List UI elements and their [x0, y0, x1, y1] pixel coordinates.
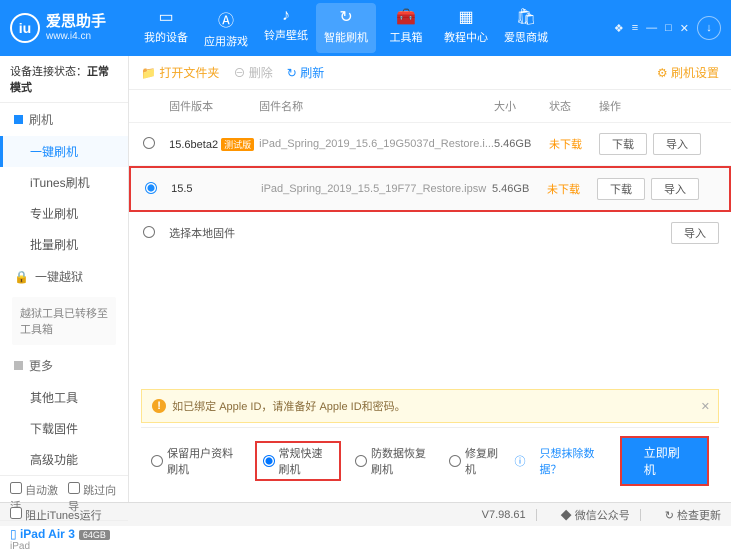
app-site: www.i4.cn — [46, 31, 106, 43]
firmware-radio[interactable] — [145, 182, 157, 194]
import-button[interactable]: 导入 — [651, 178, 699, 200]
refresh-button[interactable]: ↻ 刷新 — [287, 64, 324, 81]
version-label: V7.98.61 — [482, 509, 526, 521]
firmware-row[interactable]: 15.6beta2测试版 iPad_Spring_2019_15.6_19G50… — [129, 123, 731, 166]
list-icon[interactable]: ≡ — [632, 22, 638, 34]
table-header: 固件版本 固件名称 大小 状态 操作 — [129, 90, 731, 123]
titlebar: iu 爱思助手 www.i4.cn ▭我的设备 Ⓐ应用游戏 ♪铃声壁纸 ↻智能刷… — [0, 0, 731, 56]
apps-icon: Ⓐ — [218, 7, 234, 31]
app-name: 爱思助手 — [46, 13, 106, 31]
book-icon: ▦ — [458, 7, 473, 27]
sidebar-item-itunes[interactable]: iTunes刷机 — [0, 167, 128, 198]
firmware-row[interactable]: 15.5 iPad_Spring_2019_15.5_19F77_Restore… — [129, 166, 731, 212]
nav-my-device[interactable]: ▭我的设备 — [136, 3, 196, 53]
logo-icon: iu — [10, 13, 40, 43]
music-icon: ♪ — [282, 7, 290, 25]
sidebar-item-oneclick[interactable]: 一键刷机 — [0, 136, 128, 167]
warning-icon: ! — [152, 399, 166, 413]
device-icon: ▯ — [10, 527, 17, 541]
phone-icon: ▭ — [158, 7, 173, 27]
firmware-radio[interactable] — [143, 137, 155, 149]
store-icon: 🛍 — [516, 7, 536, 27]
maximize-icon[interactable]: □ — [665, 22, 672, 34]
nav-toolbox[interactable]: 🧰工具箱 — [376, 3, 436, 53]
block-itunes-check[interactable]: 阻止iTunes运行 — [10, 507, 102, 523]
th-status: 状态 — [549, 98, 599, 114]
delete-button[interactable]: ⊖ 删除 — [233, 64, 272, 81]
nav-flash[interactable]: ↻智能刷机 — [316, 3, 376, 53]
opt-keep-data[interactable]: 保留用户资料刷机 — [151, 445, 240, 477]
sidebar-item-batch[interactable]: 批量刷机 — [0, 229, 128, 260]
toolbar: 📁 打开文件夹 ⊖ 删除 ↻ 刷新 ⚙ 刷机设置 — [129, 56, 731, 90]
import-button[interactable]: 导入 — [653, 133, 701, 155]
nav-apps[interactable]: Ⓐ应用游戏 — [196, 3, 256, 53]
open-folder-button[interactable]: 📁 打开文件夹 — [141, 64, 219, 81]
th-ops: 操作 — [599, 98, 719, 114]
firmware-radio[interactable] — [143, 226, 155, 238]
close-warning-icon[interactable]: ✕ — [701, 400, 710, 413]
wechat-link[interactable]: ◆ 微信公众号 — [561, 507, 630, 523]
download-button[interactable]: 下载 — [599, 133, 647, 155]
main-panel: 📁 打开文件夹 ⊖ 删除 ↻ 刷新 ⚙ 刷机设置 固件版本 固件名称 大小 状态… — [129, 56, 731, 502]
close-icon[interactable]: ✕ — [680, 22, 689, 35]
jailbreak-note: 越狱工具已转移至工具箱 — [12, 297, 116, 345]
menu-icon[interactable]: ❖ — [614, 22, 624, 35]
flash-settings-button[interactable]: ⚙ 刷机设置 — [657, 64, 719, 81]
sidebar: 设备连接状态：正常模式 刷机 一键刷机 iTunes刷机 专业刷机 批量刷机 🔒… — [0, 56, 129, 502]
th-name: 固件名称 — [259, 98, 494, 114]
flash-options-bar: 保留用户资料刷机 常规快速刷机 防数据恢复刷机 修复刷机 ⓘ 只想抹除数据？ 立… — [141, 427, 719, 494]
local-firmware-row[interactable]: 选择本地固件 导入 — [129, 212, 731, 254]
sidebar-item-download[interactable]: 下载固件 — [0, 413, 128, 444]
sidebar-group-flash[interactable]: 刷机 — [0, 103, 128, 136]
th-size: 大小 — [494, 98, 549, 114]
opt-repair[interactable]: 修复刷机 — [449, 445, 501, 477]
square-icon — [14, 115, 23, 124]
sidebar-item-other[interactable]: 其他工具 — [0, 382, 128, 413]
download-button[interactable]: 下载 — [597, 178, 645, 200]
minimize-icon[interactable]: — — [646, 22, 657, 34]
sidebar-item-advanced[interactable]: 高级功能 — [0, 444, 128, 475]
square-icon — [14, 361, 23, 370]
main-nav: ▭我的设备 Ⓐ应用游戏 ♪铃声壁纸 ↻智能刷机 🧰工具箱 ▦教程中心 🛍爱思商城 — [136, 3, 556, 53]
info-icon[interactable]: ⓘ — [515, 453, 526, 469]
apple-id-warning: ! 如已绑定 Apple ID，请准备好 Apple ID和密码。 ✕ — [141, 389, 719, 423]
toolbox-icon: 🧰 — [396, 7, 416, 27]
opt-anti-recovery[interactable]: 防数据恢复刷机 — [355, 445, 435, 477]
check-update-link[interactable]: ↻ 检查更新 — [665, 507, 721, 523]
sidebar-group-jailbreak[interactable]: 🔒一键越狱 — [0, 260, 128, 293]
opt-normal-fast[interactable]: 常规快速刷机 — [255, 441, 341, 481]
sidebar-group-more[interactable]: 更多 — [0, 349, 128, 382]
flash-now-button[interactable]: 立即刷机 — [620, 436, 709, 486]
download-circle-icon[interactable]: ↓ — [697, 16, 721, 40]
import-button[interactable]: 导入 — [671, 222, 719, 244]
flash-icon: ↻ — [339, 7, 352, 27]
connection-status: 设备连接状态：正常模式 — [0, 56, 128, 103]
lock-icon: 🔒 — [14, 270, 29, 284]
app-logo: iu 爱思助手 www.i4.cn — [10, 13, 106, 43]
window-controls: ❖ ≡ — □ ✕ ↓ — [614, 16, 721, 40]
sidebar-item-pro[interactable]: 专业刷机 — [0, 198, 128, 229]
nav-tutorial[interactable]: ▦教程中心 — [436, 3, 496, 53]
nav-store[interactable]: 🛍爱思商城 — [496, 3, 556, 53]
th-version: 固件版本 — [169, 98, 259, 114]
erase-data-link[interactable]: 只想抹除数据？ — [540, 445, 606, 477]
nav-ringtones[interactable]: ♪铃声壁纸 — [256, 3, 316, 53]
